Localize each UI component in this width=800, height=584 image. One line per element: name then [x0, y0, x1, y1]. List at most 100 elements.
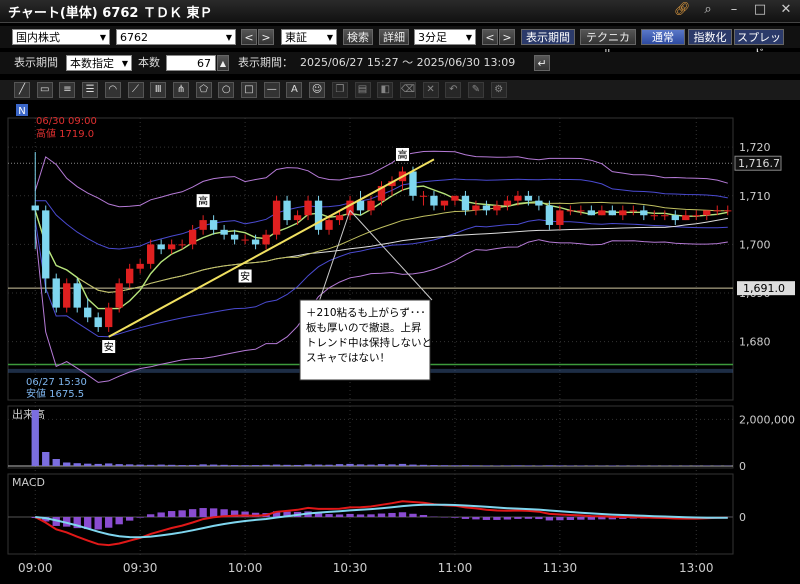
volume-bar: [325, 464, 333, 466]
candle: [650, 215, 658, 217]
candle: [241, 239, 249, 241]
y-tick-label: 1,710: [739, 190, 771, 203]
volume-bar: [63, 462, 71, 466]
candle: [63, 283, 71, 308]
volume-bar: [472, 465, 480, 466]
spread-button[interactable]: スプレッド: [734, 29, 784, 60]
macd-hist-bar: [335, 514, 344, 517]
count-label: 本数: [138, 56, 160, 69]
candle: [84, 307, 92, 318]
delete-all-tool[interactable]: ✕: [422, 82, 439, 98]
restore-icon[interactable]: □: [752, 2, 768, 18]
search-button[interactable]: 検索: [343, 29, 373, 45]
candle: [367, 200, 375, 211]
undo-tool[interactable]: ↶: [445, 82, 462, 98]
settings-tool[interactable]: ⚙: [490, 82, 507, 98]
grid-tool[interactable]: Ⅲ: [150, 82, 167, 98]
segment-tool[interactable]: —: [263, 82, 280, 98]
candle: [482, 205, 491, 211]
count-stepper[interactable]: ▲: [217, 55, 229, 71]
detail-button[interactable]: 詳細: [379, 29, 409, 45]
circle-tool[interactable]: ○: [218, 82, 235, 98]
candle: [220, 229, 228, 235]
volume-bar: [272, 464, 281, 466]
exchange-select[interactable]: 東証 ▼: [281, 29, 337, 45]
note-line: ＋210粘るも上がらず･･･: [306, 306, 426, 319]
pitchfork-tool[interactable]: ⋔: [172, 82, 189, 98]
candle: [94, 317, 102, 328]
mode-select[interactable]: 本数指定 ▼: [66, 55, 132, 71]
macd-hist-bar: [346, 513, 354, 517]
link-icon[interactable]: 🔗︎: [674, 2, 691, 18]
volume-bar: [167, 464, 176, 466]
volume-bar: [84, 463, 92, 466]
code-next-button[interactable]: >: [258, 29, 274, 45]
channel-tool[interactable]: ☰: [82, 82, 99, 98]
interval-prev-button[interactable]: <: [482, 29, 498, 45]
macd-hist-bar: [535, 517, 543, 520]
macd-title: MACD: [12, 476, 45, 489]
ruler-tool[interactable]: ▭: [36, 82, 53, 98]
macd-hist-bar: [587, 517, 596, 520]
macd-hist-bar: [524, 517, 533, 519]
arc-tool[interactable]: ◠: [104, 82, 121, 98]
macd-hist-bar: [167, 511, 176, 517]
interval-select[interactable]: 3分足 ▼: [414, 29, 476, 45]
x-tick-label: 11:00: [438, 561, 473, 575]
candle: [167, 244, 176, 250]
range-label: 表示期間：: [238, 56, 293, 69]
line-tool[interactable]: ╱: [14, 82, 30, 98]
close-icon[interactable]: ✕: [778, 2, 794, 18]
candle: [409, 171, 417, 196]
macd-hist-bar: [398, 512, 407, 517]
candle: [251, 239, 260, 245]
chart-area[interactable]: 09:00 09:30 10:00 10:30 11:00 11:30 13:00 1,680…: [0, 102, 800, 584]
text-tool[interactable]: A: [286, 82, 303, 98]
paste-tool[interactable]: ▤: [354, 82, 371, 98]
market-select[interactable]: 国内株式 ▼: [12, 29, 110, 45]
candle: [262, 234, 270, 245]
search-icon[interactable]: ⌕: [700, 2, 716, 18]
minimize-icon[interactable]: –: [726, 2, 742, 18]
rect-tool[interactable]: □: [241, 82, 257, 98]
hline-tool[interactable]: ≡: [59, 82, 76, 98]
candle: [283, 200, 291, 221]
icon-tool[interactable]: ☺: [309, 82, 326, 98]
candle: [272, 200, 281, 235]
technical-button[interactable]: テクニカル: [580, 29, 636, 60]
candle: [524, 195, 533, 201]
x-tick-label: 10:00: [228, 561, 263, 575]
volume-bar: [283, 464, 291, 466]
macd-hist-bar: [105, 517, 113, 528]
interval-next-button[interactable]: >: [499, 29, 515, 45]
macd-hist-bar: [566, 517, 575, 520]
macd-hist-bar: [545, 517, 554, 521]
macd-hist-bar: [314, 513, 323, 517]
refresh-button[interactable]: ↵: [534, 55, 550, 71]
pentagon-tool[interactable]: ⬠: [195, 82, 212, 98]
macd-hist-bar: [556, 517, 564, 521]
candle: [545, 205, 554, 225]
volume-bar: [293, 464, 302, 466]
normal-button[interactable]: 通常: [641, 29, 685, 45]
period-button[interactable]: 表示期間: [521, 29, 575, 45]
delete-tool[interactable]: ⌫: [399, 82, 416, 98]
macd-hist-bar: [367, 514, 375, 517]
index-button[interactable]: 指数化: [688, 29, 732, 45]
erase-tool[interactable]: ◧: [377, 82, 394, 98]
macd-hist-bar: [419, 514, 428, 517]
volume-bar: [367, 464, 375, 466]
candle: [703, 210, 711, 216]
toolbar-main: 国内株式 ▼ 6762 ▼ < > 東証 ▼ 検索 詳細 3分足 ▼ < > 表示期間 …: [0, 26, 800, 60]
code-select[interactable]: 6762 ▼: [116, 29, 236, 45]
code-prev-button[interactable]: <: [241, 29, 257, 45]
candle: [136, 263, 144, 269]
select-tool[interactable]: ✎: [468, 82, 484, 98]
volume-bar: [377, 464, 386, 466]
copy-tool[interactable]: ❐: [331, 82, 348, 98]
fan-tool[interactable]: ⟋: [127, 82, 144, 98]
candle: [304, 200, 312, 216]
volume-bar: [52, 459, 60, 466]
count-input[interactable]: 67: [166, 55, 216, 71]
macd-hist-bar: [157, 512, 165, 517]
